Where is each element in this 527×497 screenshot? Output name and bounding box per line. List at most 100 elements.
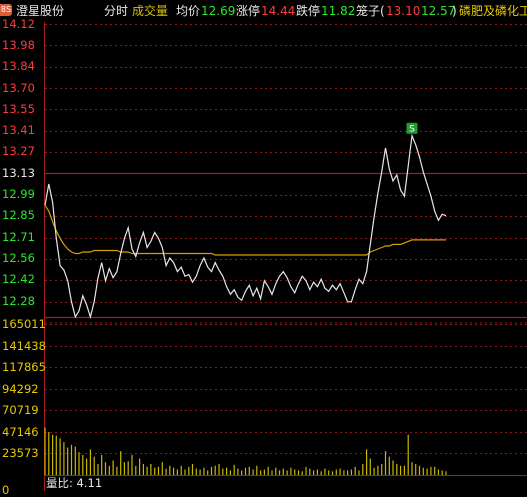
- volume-bar: [222, 469, 223, 475]
- volume-bar: [166, 469, 167, 475]
- volume-tick: 141438: [2, 340, 46, 352]
- volume-bar: [200, 470, 201, 476]
- volume-bar: [392, 460, 393, 475]
- limit-down-value: 11.82: [321, 4, 355, 18]
- volume-bar: [374, 468, 375, 475]
- volume-bar: [279, 470, 280, 475]
- volume-bar: [377, 466, 378, 475]
- volume-ratio-label: 量比:: [46, 476, 73, 490]
- volume-bar: [332, 471, 333, 475]
- volume-bar: [321, 471, 322, 475]
- volume-bar: [75, 447, 76, 475]
- volume-bar: [169, 466, 170, 475]
- volume-bar: [400, 466, 401, 475]
- volume-bar: [139, 459, 140, 476]
- volume-ratio-value: 4.11: [77, 476, 103, 490]
- volume-bar: [211, 467, 212, 475]
- volume-bar: [90, 449, 91, 475]
- volume-bar: [438, 470, 439, 476]
- volume-bar: [305, 467, 306, 475]
- volume-bar: [260, 470, 261, 475]
- volume-bar: [86, 459, 87, 476]
- volume-bar: [150, 464, 151, 475]
- volume-bar: [351, 470, 352, 476]
- volume-bar: [427, 469, 428, 475]
- volume-bar: [143, 464, 144, 475]
- volume-bar: [324, 469, 325, 475]
- price-tick: 12.42: [2, 273, 35, 285]
- volume-bar: [78, 452, 79, 475]
- volume-bar: [234, 465, 235, 475]
- volume-tick: 70719: [2, 404, 39, 416]
- volume-bar: [237, 469, 238, 475]
- price-tick: 13.84: [2, 60, 35, 72]
- grid-lines: [45, 22, 527, 491]
- price-tick: 13.41: [2, 124, 35, 136]
- volume-bar: [162, 462, 163, 475]
- cage-high-value: 13.10: [386, 4, 420, 18]
- volume-bar: [309, 469, 310, 475]
- volume-bar: [381, 464, 382, 475]
- volume-bar: [370, 459, 371, 476]
- volume-ratio: 量比: 4.11: [46, 477, 102, 490]
- volume-bar: [52, 435, 53, 475]
- signal-badge[interactable]: S: [406, 123, 417, 135]
- volume-tick: 165011: [2, 318, 46, 330]
- volume-bar: [177, 470, 178, 476]
- volume-bar: [423, 468, 424, 475]
- volume-bar: [275, 468, 276, 475]
- volume-bar: [419, 466, 420, 475]
- limit-up-label: 涨停: [236, 4, 260, 18]
- volume-bar: [131, 455, 132, 475]
- signal-badge-label: S: [409, 125, 415, 135]
- volume-bar: [120, 451, 121, 475]
- volume-bar: [340, 469, 341, 475]
- volume-bar: [56, 436, 57, 475]
- volume-bar: [404, 466, 405, 475]
- volume-bar: [343, 470, 344, 475]
- volume-bar: [366, 449, 367, 475]
- volume-bar: [154, 468, 155, 475]
- tab-volume[interactable]: 成交量: [132, 4, 168, 18]
- volume-bar: [147, 467, 148, 475]
- price-tick: 12.71: [2, 231, 35, 243]
- volume-bar: [253, 470, 254, 476]
- cage-label: 笼子(: [356, 4, 385, 18]
- volume-tick: 0: [2, 484, 9, 496]
- volume-bar: [218, 464, 219, 475]
- avg-price-label: 均价: [176, 4, 200, 18]
- price-tick: 13.98: [2, 39, 35, 51]
- volume-bar: [196, 469, 197, 475]
- volume-tick: 117865: [2, 361, 46, 373]
- price-line: [45, 136, 446, 317]
- volume-bar: [362, 464, 363, 475]
- volume-bar: [445, 471, 446, 475]
- chart-canvas: S: [0, 0, 527, 491]
- volume-bar: [434, 467, 435, 475]
- volume-bar: [128, 461, 129, 475]
- price-tick: 13.55: [2, 103, 35, 115]
- volume-bar: [184, 470, 185, 476]
- volume-bar: [207, 470, 208, 475]
- avg-price-value: 12.69: [201, 4, 235, 18]
- volume-bar: [256, 466, 257, 475]
- tab-intraday[interactable]: 分时: [104, 4, 128, 18]
- volume-bar: [230, 470, 231, 475]
- volume-bar: [63, 442, 64, 475]
- volume-bar: [290, 468, 291, 475]
- volume-bar: [188, 467, 189, 475]
- volume-bar: [94, 457, 95, 475]
- chart-header: 8S 澄星股份 分时 成交量 均价 12.69 涨停 14.44 跌停 11.8…: [0, 0, 527, 22]
- price-tick-reference: 13.13: [2, 167, 35, 179]
- stock-name[interactable]: 澄星股份: [16, 4, 64, 18]
- volume-bar: [71, 445, 72, 475]
- cage-low-value: 12.57: [421, 4, 455, 18]
- volume-bars: [44, 427, 446, 475]
- sector-name[interactable]: 磷肥及磷化工: [459, 4, 527, 18]
- volume-bar: [313, 470, 314, 475]
- volume-bar: [203, 468, 204, 475]
- volume-bar: [294, 470, 295, 476]
- avg-price-line: [45, 205, 446, 255]
- volume-bar: [116, 467, 117, 475]
- volume-tick: 94292: [2, 383, 39, 395]
